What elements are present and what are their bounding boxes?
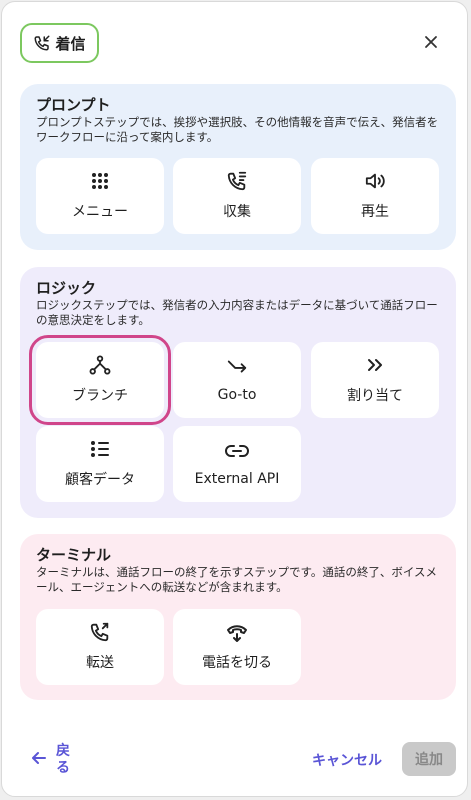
- list-icon: [90, 439, 110, 459]
- step-card-label: 電話を切る: [202, 655, 272, 671]
- phone-keypad-icon: [226, 171, 248, 191]
- step-card-label: 再生: [361, 204, 389, 220]
- step-card-play[interactable]: 再生: [311, 158, 439, 234]
- go-to-arrow-icon: [226, 357, 248, 377]
- close-icon: [424, 34, 438, 53]
- step-card-assign[interactable]: 割り当て: [311, 342, 439, 418]
- step-card-hang-up[interactable]: 電話を切る: [173, 609, 301, 685]
- step-card-transfer[interactable]: 転送: [36, 609, 164, 685]
- step-card-external-api[interactable]: External API: [173, 426, 301, 502]
- section-description: ターミナルは、通話フローの終了を示すステップです。通話の終了、ボイスメール、エー…: [36, 565, 438, 594]
- step-card-customer-data[interactable]: 顧客データ: [36, 426, 164, 502]
- back-label: 戻る: [56, 743, 70, 776]
- incoming-call-badge[interactable]: 着信: [20, 23, 99, 63]
- badge-label: 着信: [55, 34, 86, 53]
- step-picker-panel: 着信 プロンプト プロンプトステップでは、挨拶や選択肢、その他情報を音声で伝え、…: [1, 1, 468, 797]
- step-card-label: External API: [194, 471, 280, 487]
- grid-dots-icon: [91, 171, 109, 191]
- branch-icon: [89, 355, 111, 375]
- cancel-button[interactable]: キャンセル: [312, 750, 382, 770]
- section-description: ロジックステップでは、発信者の入力内容またはデータに基づいて通話フローの意思決定…: [36, 298, 438, 327]
- add-button[interactable]: 追加: [402, 742, 456, 776]
- step-card-go-to[interactable]: Go-to: [173, 342, 301, 418]
- step-card-label: ブランチ: [72, 388, 128, 404]
- double-chevron-icon: [366, 355, 384, 375]
- step-card-label: 顧客データ: [65, 472, 135, 488]
- section-title: ターミナル: [36, 546, 112, 564]
- speaker-icon: [364, 171, 386, 191]
- step-card-menu[interactable]: メニュー: [36, 158, 164, 234]
- step-card-label: 収集: [223, 204, 251, 220]
- step-card-label: メニュー: [72, 204, 128, 220]
- section-title: ロジック: [36, 279, 97, 297]
- phone-transfer-icon: [89, 622, 111, 642]
- link-icon: [225, 441, 249, 461]
- section-title: プロンプト: [36, 96, 111, 114]
- close-button[interactable]: [420, 32, 442, 54]
- hang-up-icon: [225, 622, 249, 642]
- step-card-branch[interactable]: ブランチ: [29, 335, 171, 425]
- step-card-label: 割り当て: [347, 388, 403, 404]
- phone-incoming-icon: [33, 34, 51, 52]
- step-card-label: Go-to: [217, 387, 257, 403]
- back-button[interactable]: 戻る: [32, 743, 72, 777]
- step-card-label: 転送: [86, 655, 114, 671]
- step-card-collect[interactable]: 収集: [173, 158, 301, 234]
- section-description: プロンプトステップでは、挨拶や選択肢、その他情報を音声で伝え、発信者をワークフロ…: [36, 115, 439, 144]
- arrow-left-icon: [32, 751, 46, 769]
